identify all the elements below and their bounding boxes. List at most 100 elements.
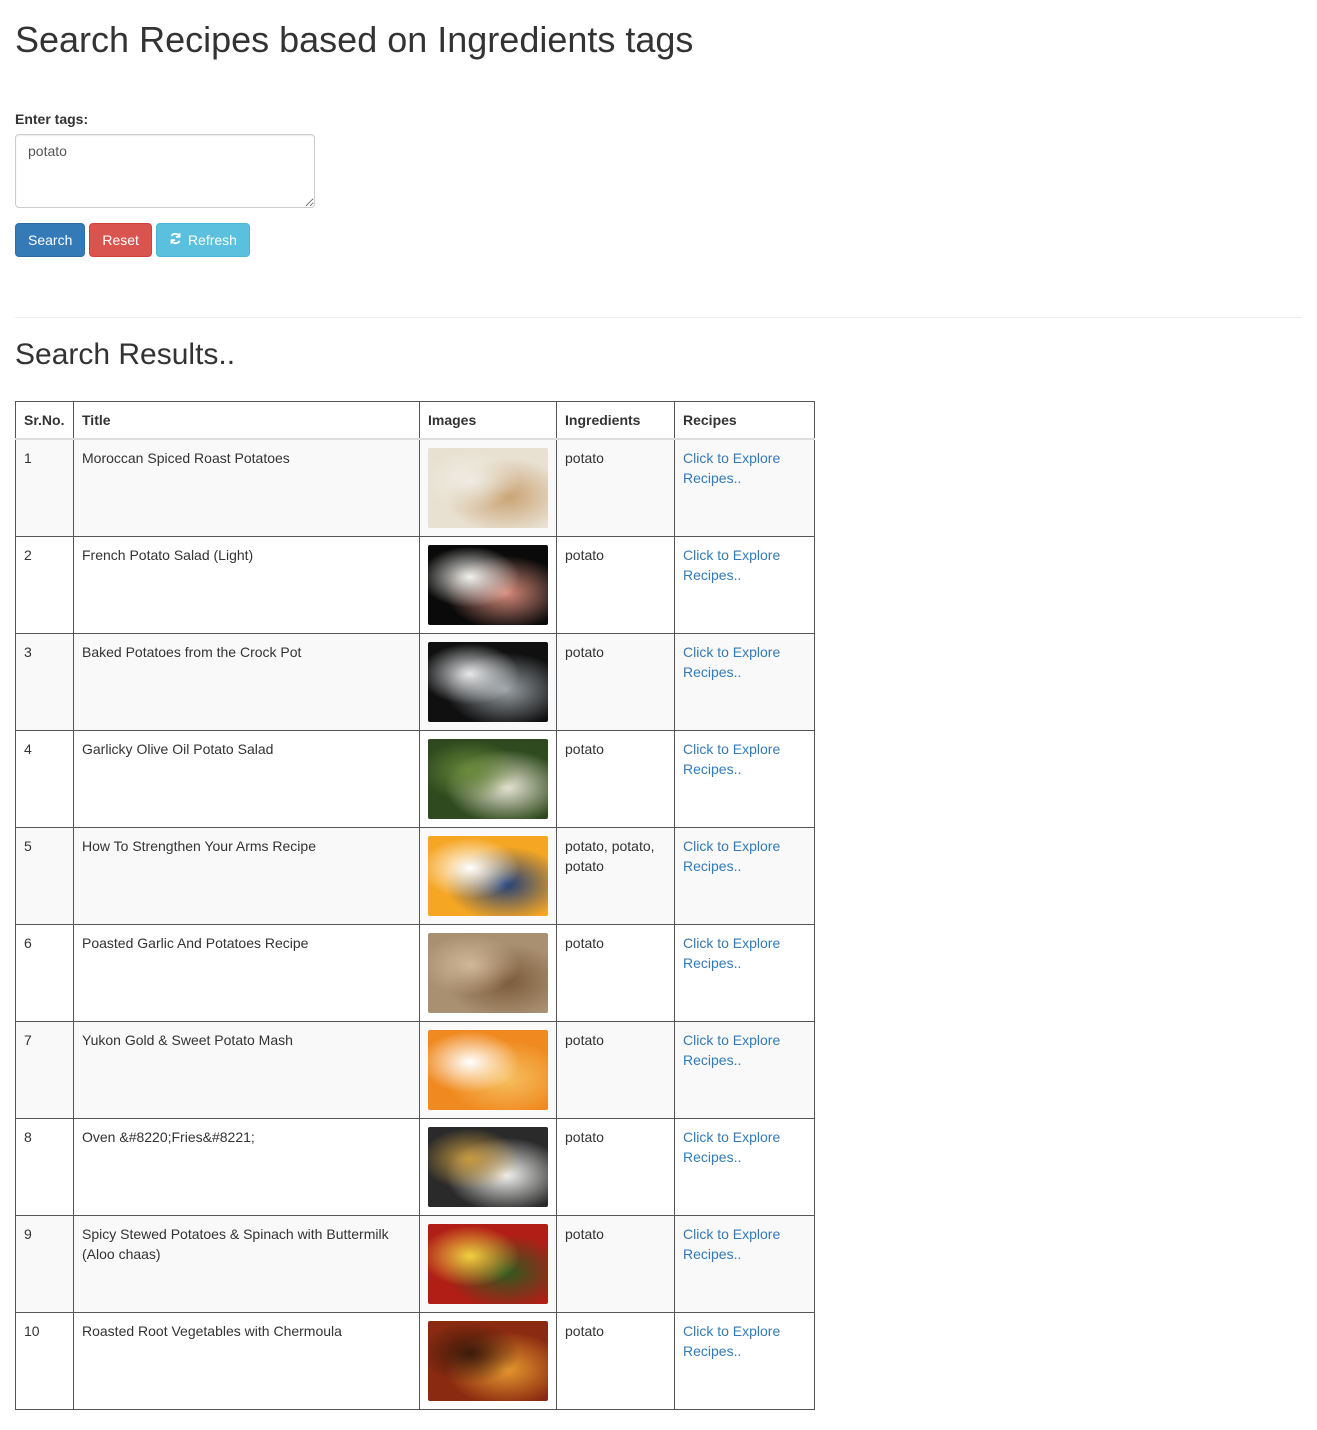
cell-recipes: Click to Explore Recipes.. <box>674 536 815 634</box>
cell-title: Baked Potatoes from the Crock Pot <box>73 633 420 731</box>
potato-mash-photo <box>428 1030 548 1110</box>
refresh-label: Refresh <box>187 232 237 248</box>
cell-title: Poasted Garlic And Potatoes Recipe <box>73 924 420 1022</box>
cell-sr: 1 <box>15 438 74 537</box>
cell-ingredients: potato <box>556 730 675 828</box>
cell-sr: 8 <box>15 1118 74 1216</box>
cell-title: Spicy Stewed Potatoes & Spinach with But… <box>73 1215 420 1313</box>
oven-fries-photo <box>428 1127 548 1207</box>
foil-potatoes-photo <box>428 642 548 722</box>
cell-ingredients: potato, potato, potato <box>556 827 675 925</box>
cell-ingredients: potato <box>556 1312 675 1410</box>
explore-recipes-link[interactable]: Click to Explore Recipes.. <box>683 1032 780 1068</box>
cell-sr: 2 <box>15 536 74 634</box>
cell-image <box>419 730 557 828</box>
cell-ingredients: potato <box>556 1021 675 1119</box>
cell-recipes: Click to Explore Recipes.. <box>674 1021 815 1119</box>
cell-title: Moroccan Spiced Roast Potatoes <box>73 438 420 537</box>
garlic-potatoes-photo <box>428 933 548 1013</box>
cell-sr: 6 <box>15 924 74 1022</box>
refresh-icon <box>169 232 182 248</box>
cell-title: How To Strengthen Your Arms Recipe <box>73 827 420 925</box>
cell-sr: 7 <box>15 1021 74 1119</box>
stewed-potatoes-photo <box>428 1224 548 1304</box>
cell-ingredients: potato <box>556 438 675 537</box>
table-row: 2 French Potato Salad (Light) potato Click … <box>15 536 815 634</box>
header-ingredients: Ingredients <box>556 401 675 440</box>
tags-label: Enter tags: <box>15 111 89 127</box>
header-images: Images <box>419 401 557 440</box>
table-row: 5 How To Strengthen Your Arms Recipe potat… <box>15 827 815 925</box>
explore-recipes-link[interactable]: Click to Explore Recipes.. <box>683 644 780 680</box>
cell-recipes: Click to Explore Recipes.. <box>674 730 815 828</box>
explore-recipes-link[interactable]: Click to Explore Recipes.. <box>683 1226 780 1262</box>
table-header-row: Sr.No. Title Images Ingredients Recipes <box>15 401 815 440</box>
cell-image <box>419 1118 557 1216</box>
explore-recipes-link[interactable]: Click to Explore Recipes.. <box>683 838 780 874</box>
explore-recipes-link[interactable]: Click to Explore Recipes.. <box>683 741 780 777</box>
results-body: 1 Moroccan Spiced Roast Potatoes potato Cli… <box>15 438 815 1410</box>
page-title: Search Recipes based on Ingredients tags <box>15 19 694 60</box>
cell-sr: 4 <box>15 730 74 828</box>
table-row: 6 Poasted Garlic And Potatoes Recipe potat… <box>15 924 815 1022</box>
cell-title: French Potato Salad (Light) <box>73 536 420 634</box>
cell-recipes: Click to Explore Recipes.. <box>674 438 815 537</box>
cell-recipes: Click to Explore Recipes.. <box>674 633 815 731</box>
cell-title: Yukon Gold & Sweet Potato Mash <box>73 1021 420 1119</box>
page-container: Search Recipes based on Ingredients tags… <box>0 0 1317 1410</box>
header-recipes: Recipes <box>674 401 815 440</box>
cell-recipes: Click to Explore Recipes.. <box>674 924 815 1022</box>
root-vegetables-photo <box>428 1321 548 1401</box>
explore-recipes-link[interactable]: Click to Explore Recipes.. <box>683 1129 780 1165</box>
refresh-button[interactable]: Refresh <box>155 223 250 257</box>
cell-sr: 10 <box>15 1312 74 1410</box>
cell-ingredients: potato <box>556 1215 675 1313</box>
cell-title: Oven &#8220;Fries&#8221; <box>73 1118 420 1216</box>
cell-sr: 9 <box>15 1215 74 1313</box>
cell-image <box>419 924 557 1022</box>
table-row: 10 Roasted Root Vegetables with Chermoula… <box>15 1312 815 1410</box>
cell-sr: 5 <box>15 827 74 925</box>
header-title: Title <box>73 401 420 440</box>
cell-recipes: Click to Explore Recipes.. <box>674 1215 815 1313</box>
table-row: 1 Moroccan Spiced Roast Potatoes potato Cli… <box>15 438 815 537</box>
cell-ingredients: potato <box>556 924 675 1022</box>
search-button[interactable]: Search <box>15 223 86 257</box>
explore-recipes-link[interactable]: Click to Explore Recipes.. <box>683 450 780 486</box>
cell-title: Garlicky Olive Oil Potato Salad <box>73 730 420 828</box>
cell-sr: 3 <box>15 633 74 731</box>
cell-ingredients: potato <box>556 536 675 634</box>
cell-image <box>419 438 557 537</box>
olive-oil-salad-photo <box>428 739 548 819</box>
cell-recipes: Click to Explore Recipes.. <box>674 1312 815 1410</box>
cell-image <box>419 1215 557 1313</box>
cell-recipes: Click to Explore Recipes.. <box>674 1118 815 1216</box>
results-table: Sr.No. Title Images Ingredients Recipes … <box>15 401 815 1410</box>
cell-image <box>419 827 557 925</box>
table-row: 7 Yukon Gold & Sweet Potato Mash potato Cli… <box>15 1021 815 1119</box>
cell-recipes: Click to Explore Recipes.. <box>674 827 815 925</box>
explore-recipes-link[interactable]: Click to Explore Recipes.. <box>683 1323 780 1359</box>
table-row: 8 Oven &#8220;Fries&#8221; potato Click to … <box>15 1118 815 1216</box>
results-title: Search Results.. <box>15 338 236 371</box>
table-row: 9 Spicy Stewed Potatoes & Spinach with Bu… <box>15 1215 815 1313</box>
cell-ingredients: potato <box>556 1118 675 1216</box>
cell-image <box>419 633 557 731</box>
header-sr: Sr.No. <box>15 401 74 440</box>
button-row: Search Reset Refresh <box>15 223 1302 257</box>
cartoon-sailor-image <box>428 836 548 916</box>
cell-image <box>419 536 557 634</box>
table-row: 3 Baked Potatoes from the Crock Pot potato… <box>15 633 815 731</box>
table-row: 4 Garlicky Olive Oil Potato Salad potato Cl… <box>15 730 815 828</box>
divider <box>15 317 1302 318</box>
roast-potatoes-photo <box>428 448 548 528</box>
cell-ingredients: potato <box>556 633 675 731</box>
cell-image <box>419 1021 557 1119</box>
potato-salad-photo <box>428 545 548 625</box>
tags-input[interactable]: potato <box>15 134 315 208</box>
explore-recipes-link[interactable]: Click to Explore Recipes.. <box>683 935 780 971</box>
cell-title: Roasted Root Vegetables with Chermoula <box>73 1312 420 1410</box>
explore-recipes-link[interactable]: Click to Explore Recipes.. <box>683 547 780 583</box>
reset-button[interactable]: Reset <box>89 223 152 257</box>
cell-image <box>419 1312 557 1410</box>
